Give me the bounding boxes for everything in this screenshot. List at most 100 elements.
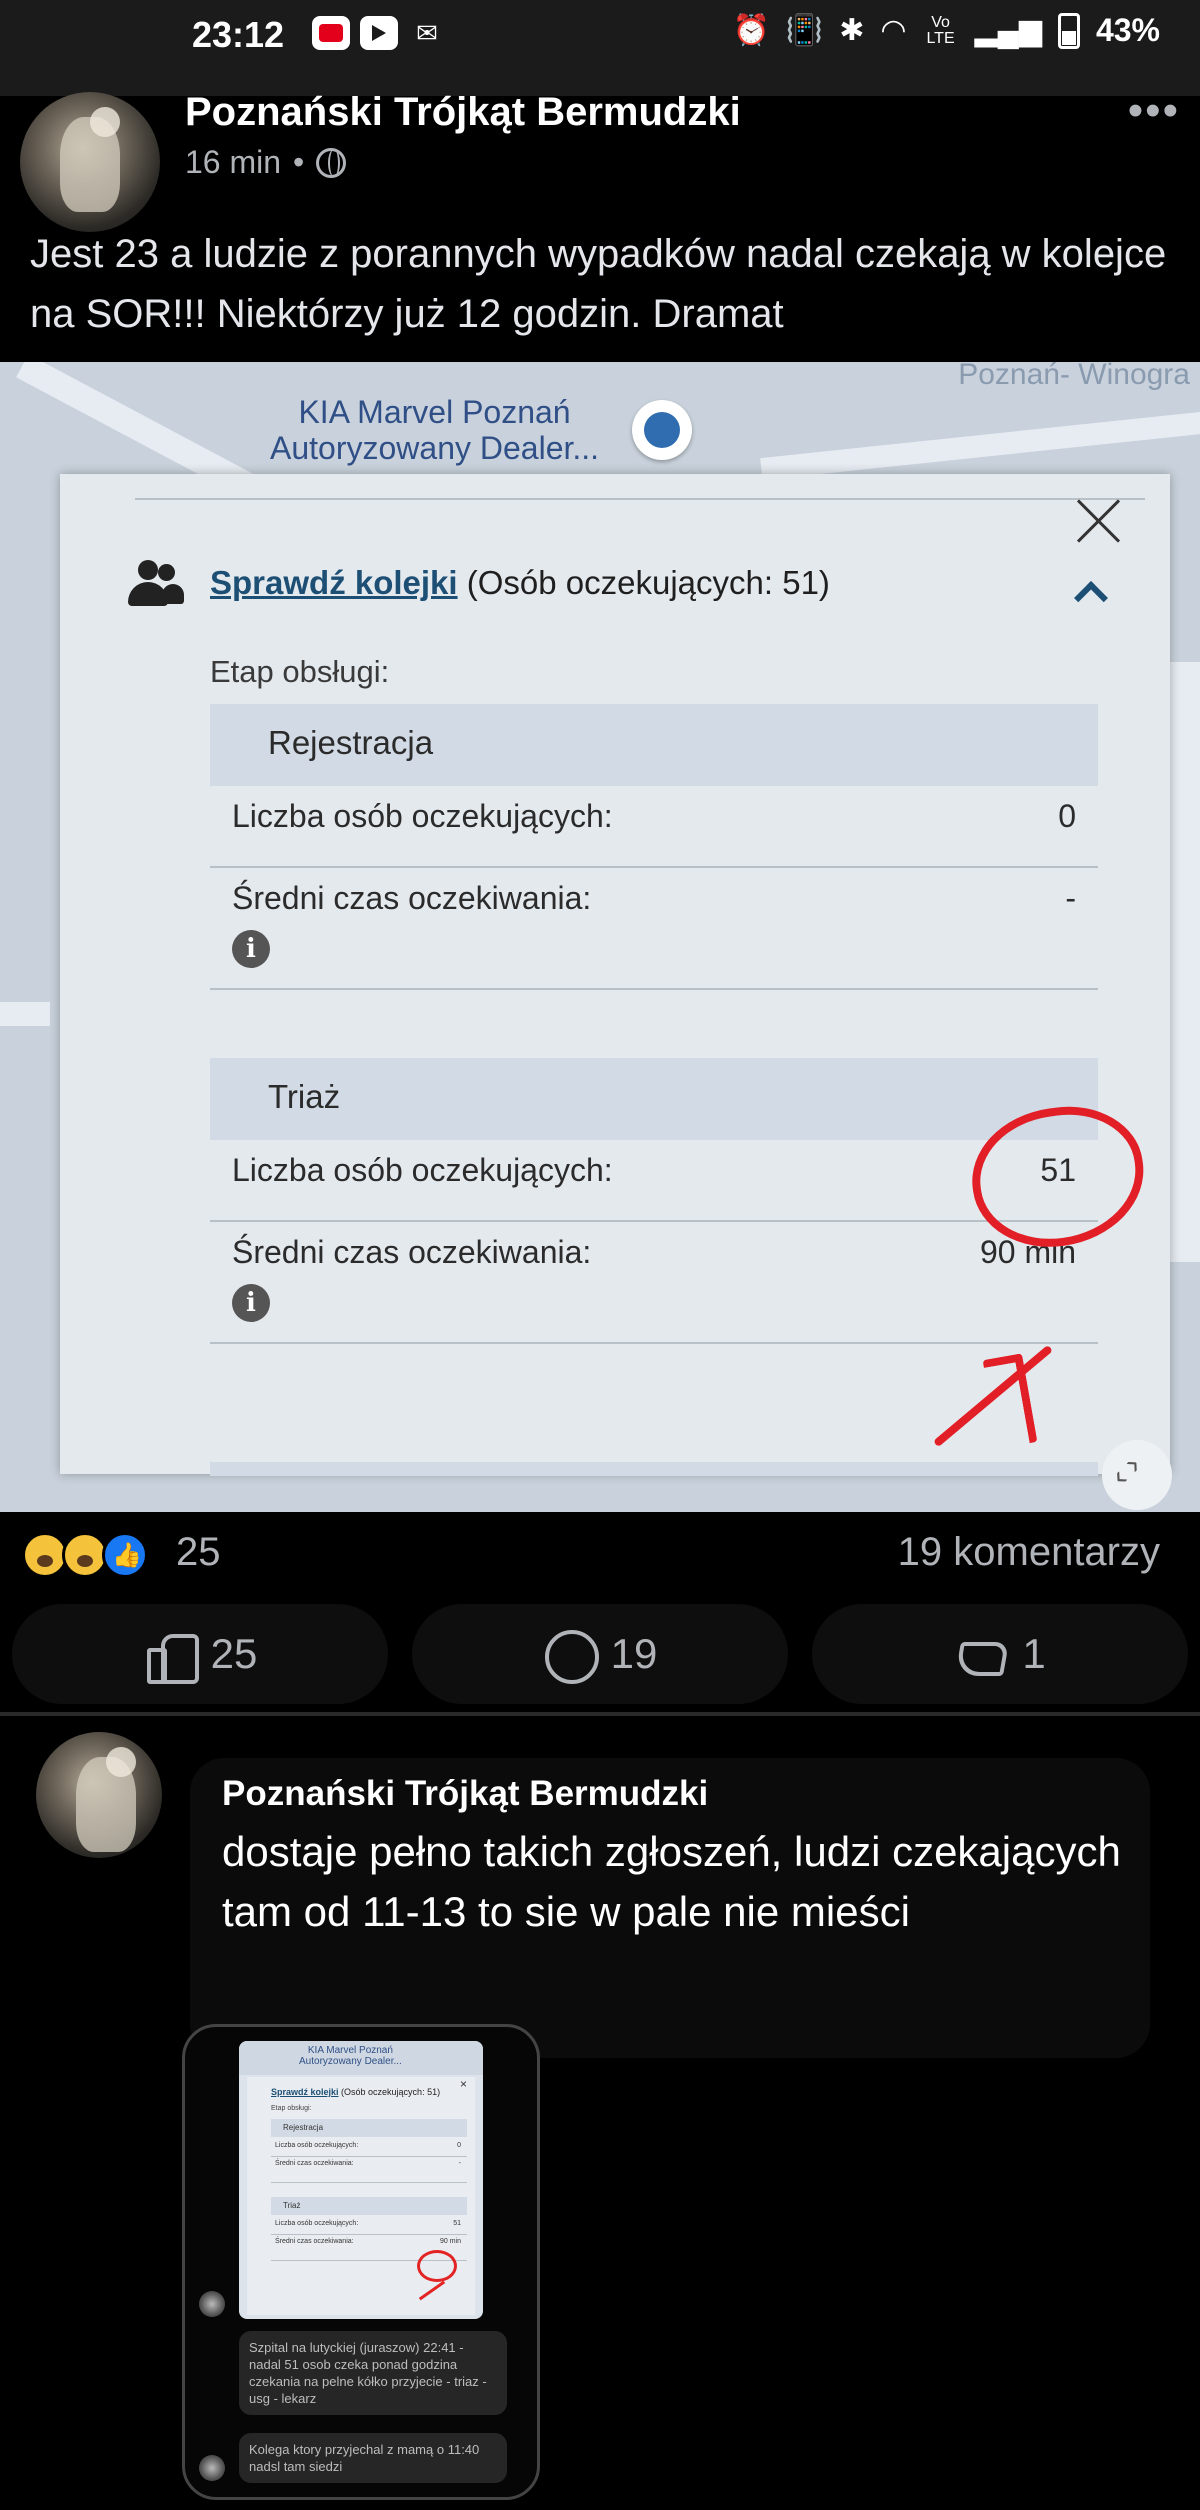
page-name[interactable]: Poznański Trójkąt Bermudzki <box>185 90 741 135</box>
status-bar: 23:12 ✉ ⏰ 📳 ✱ ◠ Vo LTE ▂▄▆ 43% <box>0 0 1200 96</box>
comment-icon <box>543 1628 599 1684</box>
waiting-label: Liczba osób oczekujących: <box>232 798 613 834</box>
wifi-icon: ◠ <box>880 14 907 47</box>
lock-icon <box>632 400 692 460</box>
comment-bubble[interactable]: Poznański Trójkąt Bermudzki dostaje pełn… <box>190 1758 1150 2058</box>
like-count: 25 <box>210 1630 258 1677</box>
queue-header: Sprawdź kolejki (Osób oczekujących: 51) <box>210 564 830 602</box>
gmail-icon: ✉ <box>416 17 438 48</box>
comments-count[interactable]: 19 komentarzy <box>898 1530 1160 1575</box>
comment-avatar[interactable] <box>36 1732 162 1858</box>
post-text: Jest 23 a ludzie z porannych wypadków na… <box>30 232 1167 336</box>
like-icon <box>143 1628 199 1684</box>
mini-row-value: 90 min <box>439 2238 461 2245</box>
close-icon[interactable] <box>1072 494 1126 548</box>
map-road <box>760 405 1200 481</box>
queue-count-text: (Osób oczekujących: 51) <box>457 564 830 601</box>
stage-label: Etap obsługi: <box>210 654 390 689</box>
like-button[interactable]: 25 <box>12 1604 388 1704</box>
share-count: 1 <box>1022 1630 1046 1677</box>
close-icon: × <box>459 2077 467 2091</box>
users-icon <box>128 560 184 608</box>
globe-icon <box>316 147 347 178</box>
mini-count: (Osób oczekujących: 51) <box>338 2087 441 2097</box>
reactions-bar: 25 19 komentarzy 25 19 1 <box>0 1512 1200 1712</box>
mini-header: Sprawdź kolejki (Osób oczekujących: 51) <box>271 2087 440 2097</box>
next-stage-header <box>210 1462 1098 1476</box>
comment-author[interactable]: Poznański Trójkąt Bermudzki <box>222 1774 708 1814</box>
post-meta: 16 min • <box>185 144 347 181</box>
map-dealer-label: KIA Marvel Poznań Autoryzowany Dealer... <box>270 394 600 466</box>
map-road <box>0 1002 50 1026</box>
annotation-circle <box>417 2250 457 2282</box>
stage-row: Średni czas oczekiwania: - i <box>210 868 1098 990</box>
comment-count: 19 <box>610 1630 658 1677</box>
comment-text: dostaje pełno takich zgłoszeń, ludzi cze… <box>222 1828 1121 1935</box>
stage-header-triage: Triaż <box>210 1058 1098 1140</box>
divider <box>135 498 1145 500</box>
signal-icon: ▂▄▆ <box>974 14 1042 47</box>
vibrate-icon: 📳 <box>785 14 824 47</box>
mini-link: Sprawdź kolejki <box>271 2087 339 2097</box>
comment-image[interactable]: KIA Marvel Poznań Autoryzowany Dealer...… <box>182 2024 540 2500</box>
battery-icon <box>1057 12 1080 49</box>
check-queues-link[interactable]: Sprawdź kolejki <box>210 564 458 601</box>
system-icons: ⏰ 📳 ✱ ◠ Vo LTE ▂▄▆ 43% <box>732 12 1160 49</box>
post-time[interactable]: 16 min <box>185 144 281 181</box>
stage-row: Średni czas oczekiwania: 90 min i <box>210 1222 1098 1344</box>
map-road <box>1170 662 1200 1262</box>
mini-row-label: Liczba osób oczekujących: <box>275 2220 359 2227</box>
avg-time-label: Średni czas oczekiwania: <box>232 1234 592 1270</box>
share-button[interactable]: 1 <box>812 1604 1188 1704</box>
reaction-icons[interactable] <box>22 1532 148 1578</box>
expand-icon[interactable] <box>1102 1440 1172 1510</box>
mini-map-label: KIA Marvel Poznań Autoryzowany Dealer... <box>299 2045 402 2067</box>
chevron-up-icon[interactable] <box>1072 574 1108 610</box>
mini-row-value: - <box>458 2160 461 2167</box>
share-icon <box>954 1628 1006 1680</box>
mini-row-label: Średni czas oczekiwania: <box>275 2238 354 2245</box>
stage-row: Liczba osób oczekujących: 51 <box>210 1140 1098 1222</box>
volte-icon: Vo LTE <box>926 13 955 47</box>
more-options-icon[interactable]: ••• <box>1128 86 1180 136</box>
notification-icons: ✉ <box>312 16 446 50</box>
mini-stage-box: Rejestracja <box>271 2119 467 2137</box>
stage-row: Liczba osób oczekujących: 0 <box>210 786 1098 868</box>
avg-time-label: Średni czas oczekiwania: <box>232 880 592 916</box>
post-image[interactable]: KIA Marvel Poznań Autoryzowany Dealer...… <box>0 362 1200 1512</box>
queue-panel: Sprawdź kolejki (Osób oczekujących: 51) … <box>60 474 1170 1476</box>
map-area-label: Poznań- Winogra <box>958 362 1190 391</box>
alarm-icon: ⏰ <box>732 14 770 47</box>
waiting-value: 0 <box>1058 798 1076 834</box>
mini-row-label: Liczba osób oczekujących: <box>275 2142 359 2149</box>
comment: Poznański Trójkąt Bermudzki dostaje pełn… <box>0 1716 1200 2510</box>
youtube-icon <box>360 16 398 50</box>
avatar <box>199 2291 225 2317</box>
bluetooth-icon: ✱ <box>839 14 865 47</box>
reaction-count[interactable]: 25 <box>176 1530 221 1575</box>
info-icon[interactable]: i <box>232 1284 270 1322</box>
battery-percent: 43% <box>1095 12 1160 48</box>
info-icon[interactable]: i <box>232 930 270 968</box>
mini-row: Średni czas oczekiwania: - <box>271 2157 467 2183</box>
mini-stage-box: Triaż <box>271 2197 467 2215</box>
mini-row: Liczba osób oczekujących: 51 <box>271 2217 467 2235</box>
comment-button[interactable]: 19 <box>412 1604 788 1704</box>
meta-separator: • <box>293 144 305 180</box>
mini-row: Liczba osób oczekujących: 0 <box>271 2139 467 2157</box>
mini-stage-label: Etap obsługi: <box>271 2105 312 2112</box>
post: Poznański Trójkąt Bermudzki 16 min • •••… <box>0 86 1200 361</box>
status-time: 23:12 <box>192 14 285 55</box>
mini-row-label: Średni czas oczekiwania: <box>275 2160 354 2167</box>
youtube-icon <box>312 16 350 50</box>
avg-time-value: - <box>1065 880 1076 916</box>
mini-row-value: 51 <box>453 2220 461 2227</box>
like-reaction-icon <box>102 1532 148 1578</box>
stage-header-registration: Rejestracja <box>210 704 1098 786</box>
avatar <box>199 2455 225 2481</box>
page-avatar[interactable] <box>20 92 160 232</box>
waiting-label: Liczba osób oczekujących: <box>232 1152 613 1188</box>
mini-row-value: 0 <box>457 2142 461 2149</box>
chat-message: Szpital na lutyckiej (juraszow) 22:41 - … <box>239 2331 507 2415</box>
chat-message: Kolega ktory przyjechal z mamą o 11:40 n… <box>239 2433 507 2483</box>
